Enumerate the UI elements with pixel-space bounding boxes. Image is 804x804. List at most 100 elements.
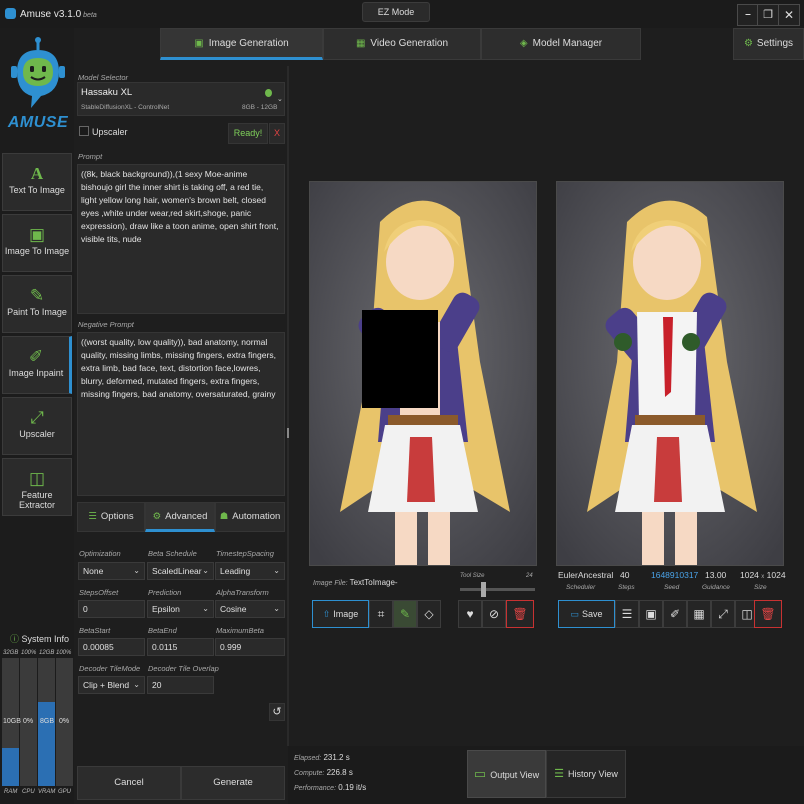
heart-icon: ♥ xyxy=(466,607,474,621)
decoder-tile-mode-label: Decoder TileMode xyxy=(79,664,141,673)
nav-image-inpaint[interactable]: ✐ Image Inpaint xyxy=(2,336,72,394)
negative-prompt-input[interactable]: ((worst quality, low quality)), bad anat… xyxy=(77,332,285,496)
seed-label: Seed xyxy=(664,584,680,591)
upscale-output-button[interactable]: ⤢ xyxy=(711,600,735,628)
trash-icon: 🗑 xyxy=(512,607,528,621)
history-list-icon: ☰ xyxy=(554,768,564,780)
tab-image-generation[interactable]: ▣ Image Generation xyxy=(160,28,323,60)
nav-feature-extractor[interactable]: ◫ Feature Extractor xyxy=(2,458,72,516)
tab-model-manager[interactable]: ◈ Model Manager xyxy=(481,28,641,60)
model-selector-label: Model Selector xyxy=(78,73,129,82)
timestep-spacing-select[interactable]: Leading ⌄ xyxy=(215,562,285,580)
model-name: Hassaku XL xyxy=(81,87,133,98)
save-button[interactable]: ▭ Save xyxy=(558,600,615,628)
expand-icon: ⤢ xyxy=(30,408,44,427)
robot-icon: ☗ xyxy=(219,511,229,522)
steps-offset-input[interactable]: 0 xyxy=(78,600,145,618)
ram-percent: 100% xyxy=(21,650,37,656)
scheduler-label: Scheduler xyxy=(566,584,596,591)
expand-icon: ⤢ xyxy=(718,607,728,621)
film-icon: ▦ xyxy=(693,607,705,621)
vram-total: 12GB xyxy=(39,650,55,656)
layers-icon: ◈ xyxy=(519,38,528,49)
chevron-down-icon: ⌄ xyxy=(133,680,140,689)
beta-end-input[interactable]: 0.0115 xyxy=(147,638,214,656)
amuse-logo: AMUSE xyxy=(5,34,71,144)
nav-upscaler[interactable]: ⤢ Upscaler xyxy=(2,397,72,455)
size-label: Size xyxy=(754,584,767,591)
beta-schedule-select[interactable]: ScaledLinear ⌄ xyxy=(147,562,214,580)
panel-splitter[interactable] xyxy=(287,66,289,746)
crop-button[interactable]: ⌗ xyxy=(369,600,393,628)
tool-size-label: Tool Size xyxy=(460,573,485,579)
model-status-dot xyxy=(265,89,272,97)
upload-icon: ⇧ xyxy=(322,609,331,619)
gear-icon: ⚙ xyxy=(743,38,753,49)
info-icon: ⓘ xyxy=(10,634,20,644)
prompt-input[interactable]: ((8k, black background)),(1 sexy Moe-ani… xyxy=(77,164,285,314)
system-info-title: ⓘ System Info xyxy=(10,634,70,644)
eraser-button[interactable]: ◇ xyxy=(417,600,441,628)
tool-size-max: 24 xyxy=(526,573,533,579)
tab-video-generation[interactable]: ▦ Video Generation xyxy=(323,28,481,60)
decoder-tile-mode-select[interactable]: Clip + Blend ⌄ xyxy=(78,676,145,694)
picture-icon: ◫ xyxy=(741,607,753,621)
upscaler-checkbox[interactable] xyxy=(79,126,89,136)
ram-label: RAM xyxy=(4,789,18,795)
image-button[interactable]: ⇧ Image xyxy=(312,600,369,628)
delete-output-button[interactable]: 🗑 xyxy=(754,600,782,628)
save-icon: ▭ xyxy=(570,609,579,619)
output-view-button[interactable]: ▭ Output View xyxy=(467,750,546,798)
steps-value: 40 xyxy=(620,570,630,580)
cancel-button[interactable]: Cancel xyxy=(77,766,181,800)
ez-mode-button[interactable]: EZ Mode xyxy=(362,2,430,22)
settings-button[interactable]: ⚙ Settings xyxy=(733,28,804,60)
nav-text-to-image[interactable]: A Text To Image xyxy=(2,153,72,211)
prediction-select[interactable]: Epsilon ⌄ xyxy=(147,600,214,618)
beta-start-input[interactable]: 0.00085 xyxy=(78,638,145,656)
output-image-frame[interactable] xyxy=(556,181,784,566)
chevron-down-icon: ⌄ xyxy=(133,566,140,575)
send-to-video-button[interactable]: ▦ xyxy=(687,600,711,628)
reset-button[interactable]: ↺ xyxy=(269,703,285,721)
decoder-tile-overlap-input[interactable]: 20 xyxy=(147,676,214,694)
brush-icon: ✎ xyxy=(29,286,45,305)
send-to-image-button[interactable]: ▣ xyxy=(639,600,663,628)
tab-automation[interactable]: ☗ Automation xyxy=(215,502,285,532)
edit-icon: ✐ xyxy=(669,607,681,621)
maximum-beta-input[interactable]: 0.999 xyxy=(215,638,285,656)
ready-button[interactable]: Ready! xyxy=(228,123,268,144)
alpha-transform-select[interactable]: Cosine ⌄ xyxy=(215,600,285,618)
tab-advanced[interactable]: ⚙ Advanced xyxy=(145,502,215,532)
delete-input-button[interactable]: 🗑 xyxy=(506,600,534,628)
trash-icon: 🗑 xyxy=(760,607,776,621)
block-icon: ⊘ xyxy=(488,607,500,621)
edit-output-button[interactable]: ✐ xyxy=(663,600,687,628)
ram-value: 10GB xyxy=(3,718,21,725)
tab-options[interactable]: ☰ Options xyxy=(77,502,145,532)
timestep-spacing-label: TimestepSpacing xyxy=(216,549,274,558)
generate-button[interactable]: Generate xyxy=(181,766,285,800)
remove-upscaler-button[interactable]: X xyxy=(269,123,285,144)
history-view-button[interactable]: ☰ History View xyxy=(546,750,626,798)
input-image-frame[interactable] xyxy=(309,181,537,566)
nav-image-to-image[interactable]: ▣ Image To Image xyxy=(2,214,72,272)
close-button[interactable]: ✕ xyxy=(778,4,800,26)
heart-button[interactable]: ♥ xyxy=(458,600,482,628)
tool-size-thumb[interactable] xyxy=(480,582,486,597)
model-selector[interactable]: Hassaku XL StableDiffusionXL - ControlNe… xyxy=(77,82,285,116)
pen-button[interactable]: ✎ xyxy=(393,600,417,628)
monitor-icon: ▭ xyxy=(473,766,487,781)
maximize-button[interactable]: ❐ xyxy=(757,4,779,26)
image-icon: ▣ xyxy=(194,38,204,49)
nav-paint-to-image[interactable]: ✎ Paint To Image xyxy=(2,275,72,333)
tool-size-slider[interactable] xyxy=(460,582,535,597)
clear-mask-button[interactable]: ⊘ xyxy=(482,600,506,628)
minimize-button[interactable]: ⎯ xyxy=(737,4,759,26)
guidance-value: 13.00 xyxy=(705,570,727,580)
pen-icon: ✎ xyxy=(399,607,411,621)
details-button[interactable]: ☰ xyxy=(615,600,639,628)
optimization-select[interactable]: None ⌄ xyxy=(78,562,145,580)
prompt-label: Prompt xyxy=(78,152,103,161)
gpu-label: GPU xyxy=(58,789,72,795)
